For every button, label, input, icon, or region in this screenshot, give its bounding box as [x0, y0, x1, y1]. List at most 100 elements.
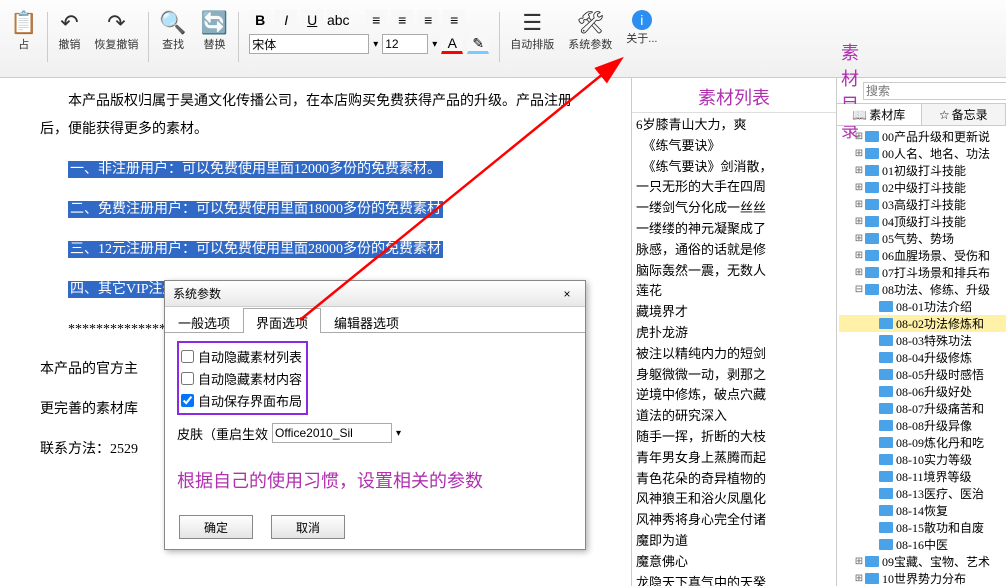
tree-item[interactable]: 08-07升级痛苦和 — [839, 400, 1006, 417]
align-justify-button[interactable]: ≡ — [443, 10, 465, 30]
find-button[interactable]: 🔍 查找 — [153, 8, 192, 54]
font-size-select[interactable] — [382, 34, 428, 54]
material-list-item[interactable]: 《练气要诀》 — [636, 136, 832, 157]
material-list-item[interactable]: 青色花朵的奇异植物的 — [636, 469, 832, 490]
material-list[interactable]: 6岁膝青山大力，爽 《练气要诀》 《练气要诀》剑消散，一只无形的大手在四周一缕剑… — [632, 113, 836, 586]
material-list-item[interactable]: 青年男女身上蒸腾而起 — [636, 448, 832, 469]
align-right-button[interactable]: ≡ — [417, 10, 439, 30]
tree-twisty-icon[interactable]: ⊞ — [853, 216, 865, 227]
font-name-select[interactable] — [249, 34, 369, 54]
tree-item[interactable]: 08-14恢复 — [839, 502, 1006, 519]
tree-item[interactable]: 08-04升级修炼 — [839, 349, 1006, 366]
tree-twisty-icon[interactable]: ⊞ — [853, 250, 865, 261]
material-list-item[interactable]: 身躯微微一动，剥那之 — [636, 365, 832, 386]
tree-item[interactable]: ⊞02中级打斗技能 — [839, 179, 1006, 196]
chk-save-layout[interactable] — [181, 394, 194, 407]
italic-button[interactable]: I — [275, 10, 297, 30]
tree-item[interactable]: 08-05升级时感悟 — [839, 366, 1006, 383]
material-list-item[interactable]: 6岁膝青山大力，爽 — [636, 115, 832, 136]
tree-item[interactable]: ⊞00产品升级和更新说 — [839, 128, 1006, 145]
tree-twisty-icon[interactable]: ⊞ — [853, 131, 865, 142]
material-tree[interactable]: ⊞00产品升级和更新说⊞00人名、地名、功法⊞01初级打斗技能⊞02中级打斗技能… — [837, 126, 1006, 586]
highlight-button[interactable]: ✎ — [467, 34, 489, 54]
material-list-item[interactable]: 一缕缕的神元凝聚成了 — [636, 219, 832, 240]
material-list-item[interactable]: 龙隐天下真气中的天癸 — [636, 573, 832, 586]
material-list-item[interactable]: 藏境界才 — [636, 302, 832, 323]
material-list-item[interactable]: 魔意佛心 — [636, 552, 832, 573]
tree-item[interactable]: ⊞03高级打斗技能 — [839, 196, 1006, 213]
tree-label: 06血腥场景、受伤和 — [882, 247, 990, 264]
tree-twisty-icon[interactable]: ⊞ — [853, 182, 865, 193]
strike-button[interactable]: abc — [327, 10, 349, 30]
tree-item[interactable]: 08-15散功和自废 — [839, 519, 1006, 536]
align-left-button[interactable]: ≡ — [365, 10, 387, 30]
tree-twisty-icon[interactable]: ⊞ — [853, 148, 865, 159]
material-list-item[interactable]: 莲花 — [636, 281, 832, 302]
close-icon[interactable]: × — [557, 287, 577, 301]
tree-item[interactable]: ⊟08功法、修练、升级 — [839, 281, 1006, 298]
underline-button[interactable]: U — [301, 10, 323, 30]
skin-select[interactable] — [272, 423, 392, 443]
chk-hide-material-list[interactable] — [181, 350, 194, 363]
tree-item[interactable]: ⊞00人名、地名、功法 — [839, 145, 1006, 162]
tree-item[interactable]: ⊞01初级打斗技能 — [839, 162, 1006, 179]
tree-twisty-icon[interactable]: ⊞ — [853, 165, 865, 176]
ok-button[interactable]: 确定 — [179, 515, 253, 539]
tree-item[interactable]: 08-02功法修炼和 — [839, 315, 1006, 332]
undo-button[interactable]: ↶ 撤销 — [52, 8, 86, 54]
tree-item[interactable]: 08-10实力等级 — [839, 451, 1006, 468]
tab-ui[interactable]: 界面选项 — [243, 308, 321, 333]
replace-button[interactable]: 🔄 替换 — [195, 8, 234, 54]
tree-item[interactable]: ⊞10世界势力分布 — [839, 570, 1006, 586]
tree-twisty-icon[interactable]: ⊞ — [853, 199, 865, 210]
skin-label: 皮肤（重启生效 — [177, 424, 268, 443]
material-list-item[interactable]: 一缕剑气分化成一丝丝 — [636, 198, 832, 219]
about-button[interactable]: i 关于... — [620, 8, 663, 48]
tab-memo[interactable]: ☆ 备忘录 — [922, 104, 1006, 125]
material-list-item[interactable]: 风神狼王和浴火凤凰化 — [636, 489, 832, 510]
redo-button[interactable]: ↷ 恢复撤销 — [88, 8, 144, 54]
tree-item[interactable]: ⊞ 06血腥场景、受伤和 — [839, 247, 1006, 264]
material-list-item[interactable]: 脑际轰然一震，无数人 — [636, 261, 832, 282]
tree-item[interactable]: 08-13医疗、医治 — [839, 485, 1006, 502]
cancel-button[interactable]: 取消 — [271, 515, 345, 539]
tree-item[interactable]: 08-01功法介绍 — [839, 298, 1006, 315]
material-list-item[interactable]: 风神秀将身心完全付诸 — [636, 510, 832, 531]
tree-twisty-icon[interactable]: ⊞ — [853, 573, 865, 584]
material-list-item[interactable]: 魔即为道 — [636, 531, 832, 552]
bold-button[interactable]: B — [249, 10, 271, 30]
tree-twisty-icon[interactable]: ⊞ — [853, 556, 865, 567]
chk-hide-material-content[interactable] — [181, 372, 194, 385]
material-list-item[interactable]: 一只无形的大手在四周 — [636, 177, 832, 198]
material-list-item[interactable]: 道法的研究深入 — [636, 406, 832, 427]
tree-item[interactable]: 08-08升级异像 — [839, 417, 1006, 434]
material-list-item[interactable]: 《练气要诀》剑消散， — [636, 157, 832, 178]
tree-item[interactable]: ⊞05气势、势场 — [839, 230, 1006, 247]
tree-item[interactable]: 08-03特殊功法 — [839, 332, 1006, 349]
system-params-button[interactable]: 🛠 系统参数 — [562, 8, 618, 54]
material-list-item[interactable]: 脉感，通俗的话就是修 — [636, 240, 832, 261]
material-list-item[interactable]: 虎扑龙游 — [636, 323, 832, 344]
tab-material-library[interactable]: 📖 素材库 — [837, 104, 922, 125]
auto-layout-button[interactable]: ☰ 自动排版 — [504, 8, 560, 54]
search-input[interactable] — [863, 82, 1006, 100]
font-color-button[interactable]: A — [441, 34, 463, 54]
tree-item[interactable]: 08-09炼化丹和吃 — [839, 434, 1006, 451]
paste-button[interactable]: 📋 占 — [4, 8, 43, 54]
tree-item[interactable]: ⊞09宝藏、宝物、艺术 — [839, 553, 1006, 570]
tree-item[interactable]: ⊞07打斗场景和排兵布 — [839, 264, 1006, 281]
material-list-item[interactable]: 逆境中修炼，破点穴藏 — [636, 385, 832, 406]
tab-general[interactable]: 一般选项 — [165, 308, 243, 333]
tree-twisty-icon[interactable]: ⊟ — [853, 284, 865, 295]
material-list-item[interactable]: 随手一挥，折断的大枝 — [636, 427, 832, 448]
material-list-item[interactable]: 被注以精纯内力的短剑 — [636, 344, 832, 365]
align-center-button[interactable]: ≡ — [391, 10, 413, 30]
tab-editor-options[interactable]: 编辑器选项 — [321, 308, 412, 333]
tree-twisty-icon[interactable]: ⊞ — [853, 267, 865, 278]
dialog-titlebar[interactable]: 系统参数 × — [165, 281, 585, 307]
tree-item[interactable]: ⊞04顶级打斗技能 — [839, 213, 1006, 230]
tree-item[interactable]: 08-11境界等级 — [839, 468, 1006, 485]
tree-item[interactable]: 08-06升级好处 — [839, 383, 1006, 400]
tree-item[interactable]: 08-16中医 — [839, 536, 1006, 553]
tree-twisty-icon[interactable]: ⊞ — [853, 233, 865, 244]
